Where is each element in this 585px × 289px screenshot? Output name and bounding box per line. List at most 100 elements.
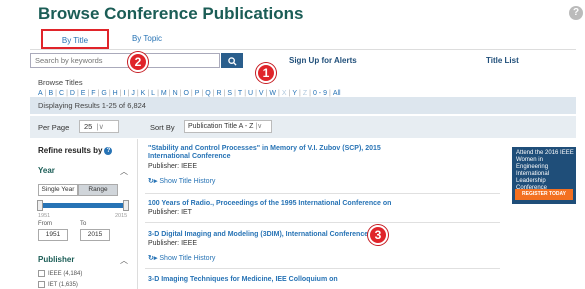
alpha-link[interactable]: All [333,90,341,97]
result-title-line: "Stability and Control Processes" in Mem… [148,145,381,152]
info-icon[interactable]: ? [104,146,113,155]
refine-title: Refine results by? [38,146,113,155]
sort-value: Publication Title A - Z [188,123,254,130]
alpha-link[interactable]: R [217,90,222,97]
alpha-link[interactable]: J [131,90,135,97]
slider-min-label: 1951 [38,213,51,219]
result-title-link[interactable]: 3-D Imaging Techniques for Medicine, IEE… [148,276,338,284]
history-icon: ↻▸ [148,255,158,262]
history-link-label: Show Title History [159,178,216,185]
alpha-link[interactable]: N [173,90,178,97]
alpha-separator: | [179,90,182,97]
alpha-separator: | [278,90,280,97]
per-page-select[interactable]: 25 |∨ [79,120,119,133]
alpha-link[interactable]: I [124,90,126,97]
result-title-link[interactable]: 100 Years of Radio., Proceedings of the … [148,200,391,208]
history-link-label: Show Title History [159,255,216,262]
per-page-label: Per Page [38,123,70,132]
register-today-button[interactable]: REGISTER TODAY [515,189,573,200]
alpha-separator: | [212,90,215,97]
alpha-separator: | [244,90,247,97]
alpha-separator: | [234,90,236,97]
tab-by-title[interactable]: By Title [41,29,109,49]
alpha-separator: | [66,90,68,97]
alpha-link[interactable]: Q [205,90,210,97]
range-button[interactable]: Range [78,184,118,196]
alpha-link[interactable]: X [282,90,287,97]
alpha-separator: | [136,90,139,97]
sidebar-divider [137,139,138,289]
show-title-history-link[interactable]: ↻▸ Show Title History [148,177,215,185]
browse-titles-label: Browse Titles [38,78,83,87]
show-title-history-link[interactable]: ↻▸ Show Title History [148,254,215,262]
alpha-link[interactable]: B [49,90,54,97]
chevron-up-icon[interactable]: ︿ [120,255,128,266]
help-icon[interactable]: ? [569,6,583,20]
alpha-link[interactable]: E [81,90,86,97]
result-publisher: Publisher: IEEE [148,163,198,170]
result-title-line: International Conference [148,153,231,160]
tab-divider [30,49,576,50]
search-input[interactable] [30,53,220,68]
alpha-link[interactable]: S [227,90,232,97]
publisher-filter-iet[interactable]: IET (1,635) [38,281,78,288]
alpha-link[interactable]: V [259,90,264,97]
alpha-separator: | [44,90,47,97]
alpha-link[interactable]: P [195,90,200,97]
alpha-link[interactable]: O [183,90,188,97]
alphabet-nav: A | B | C | D | E | F | G | H | I | J | K | L | M | N | O | P | Q | R | S | T |… [38,90,341,97]
alpha-separator: | [299,90,301,97]
alpha-link[interactable]: W [269,90,276,97]
checkbox[interactable] [38,270,45,277]
year-slider-min-handle[interactable] [37,200,43,211]
alpha-separator: | [97,90,100,97]
year-heading: Year [38,166,55,175]
alpha-separator: | [201,90,204,97]
to-label: To [80,221,87,227]
chevron-up-icon[interactable]: ︿ [120,166,128,177]
alpha-link[interactable]: F [91,90,95,97]
search-button[interactable] [221,53,243,68]
result-title-link[interactable]: "Stability and Control Processes" in Mem… [148,145,381,161]
alpha-link[interactable]: L [151,90,155,97]
year-slider-track[interactable] [40,203,126,208]
result-title-link[interactable]: 3-D Digital Imaging and Modeling (3DIM),… [148,231,379,239]
title-list-link[interactable]: Title List [486,56,519,65]
alpha-link[interactable]: G [101,90,106,97]
alpha-link[interactable]: K [141,90,146,97]
alpha-separator: | [190,90,193,97]
annotation-badge-2: 2 [128,52,148,72]
alpha-link[interactable]: D [70,90,75,97]
annotation-badge-3: 3 [368,225,388,245]
alpha-link[interactable]: C [59,90,64,97]
alpha-link[interactable]: A [38,90,43,97]
sort-by-label: Sort By [150,123,175,132]
alpha-separator: | [55,90,57,97]
publisher-filter-label: IET (1,635) [48,282,78,289]
results-count: Displaying Results 1-25 of 6,824 [38,101,146,110]
to-year-input[interactable]: 2015 [80,229,110,241]
alpha-link[interactable]: U [248,90,253,97]
page-title: Browse Conference Publications [38,4,304,23]
alpha-link[interactable]: T [238,90,242,97]
single-year-button[interactable]: Single Year [38,184,78,196]
tab-by-topic[interactable]: By Topic [117,29,177,49]
year-slider-max-handle[interactable] [123,200,129,211]
alpha-link[interactable]: H [113,90,118,97]
alpha-link[interactable]: 0 - 9 [313,90,327,97]
alpha-link[interactable]: Z [303,90,307,97]
slider-max-label: 2015 [115,213,128,219]
browse-page: Browse Conference Publications ? By Titl… [0,0,585,289]
checkbox[interactable] [38,281,45,288]
alpha-separator: | [157,90,159,97]
alpha-link[interactable]: M [161,90,167,97]
alpha-link[interactable]: Y [292,90,297,97]
publisher-filter-label: IEEE (4,184) [48,271,83,278]
publisher-filter-ieee[interactable]: IEEE (4,184) [38,270,82,277]
row-divider [145,268,500,269]
ad-text: Attend the 2016 IEEE Women in Engineerin… [516,150,574,191]
from-label: From [38,221,52,227]
sign-up-alerts-link[interactable]: Sign Up for Alerts [289,56,357,65]
sort-select[interactable]: Publication Title A - Z |∨ [184,120,272,133]
from-year-input[interactable]: 1951 [38,229,68,241]
